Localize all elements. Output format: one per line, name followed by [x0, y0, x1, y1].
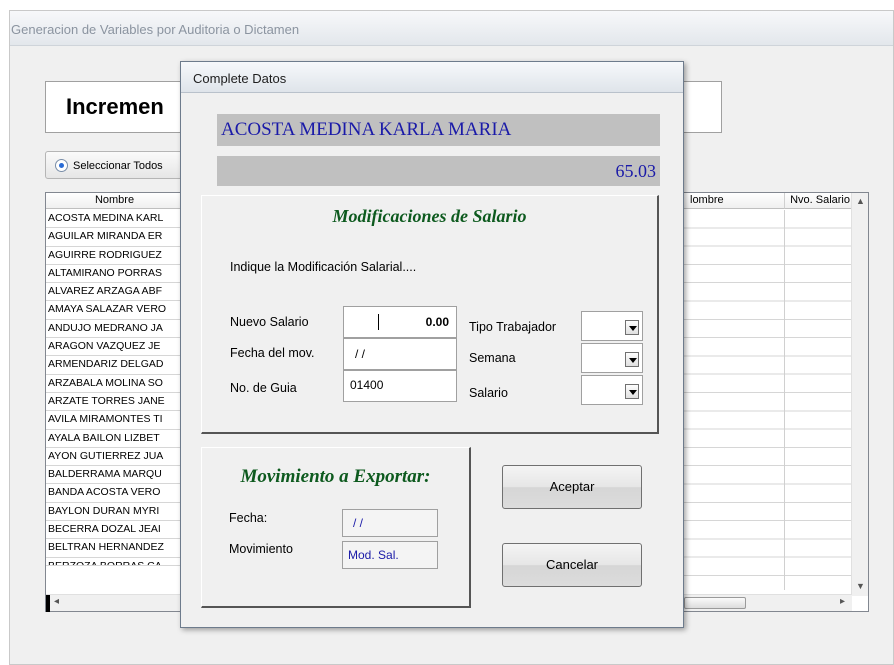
nuevo-salario-value: 0.00: [425, 315, 449, 329]
scroll-right-icon[interactable]: ▸: [840, 596, 845, 607]
semana-label: Semana: [469, 351, 516, 365]
table-row[interactable]: AGUIRRE RODRIGUEZ: [46, 247, 184, 265]
column-header-nombre-2[interactable]: lombre: [682, 193, 785, 209]
accept-button[interactable]: Aceptar: [502, 465, 642, 509]
table-row[interactable]: AMAYA SALAZAR VERO: [46, 301, 184, 320]
table-row[interactable]: AYALA BAILON LIZBET: [46, 430, 184, 448]
guia-label: No. de Guia: [230, 381, 297, 395]
complete-data-dialog: Complete Datos ACOSTA MEDINA KARLA MARIA…: [180, 61, 684, 628]
name-column: ACOSTA MEDINA KARL AGUILAR MIRANDA ER AG…: [46, 210, 184, 566]
radio-icon[interactable]: [55, 159, 68, 172]
fecha-mov-input[interactable]: / /: [343, 338, 457, 370]
chevron-down-icon[interactable]: [625, 384, 639, 399]
cancel-button[interactable]: Cancelar: [502, 543, 642, 587]
table-row[interactable]: BERZOZA BORRAS CA: [46, 558, 184, 566]
salario-select[interactable]: [581, 375, 643, 405]
guia-input[interactable]: 01400: [343, 370, 457, 402]
table-row[interactable]: ARMENDARIZ DELGAD: [46, 356, 184, 375]
table-row[interactable]: BECERRA DOZAL JEAI: [46, 521, 184, 540]
salario-column-cells: [785, 210, 853, 590]
table-row[interactable]: ALVAREZ ARZAGA ABF: [46, 283, 184, 302]
instruction-text: Indique la Modificación Salarial....: [230, 260, 417, 274]
table-row[interactable]: ANDUJO MEDRANO JA: [46, 320, 184, 339]
export-movimiento-field: Mod. Sal.: [342, 541, 438, 569]
table-row[interactable]: ACOSTA MEDINA KARL: [46, 210, 184, 229]
table-row[interactable]: ARZATE TORRES JANE: [46, 393, 184, 412]
tipo-trabajador-label: Tipo Trabajador: [469, 320, 557, 334]
scroll-down-icon[interactable]: ▼: [856, 581, 865, 591]
fecha-mov-label: Fecha del mov.: [230, 346, 315, 360]
table-row[interactable]: BANDA ACOSTA VERO: [46, 484, 184, 503]
nuevo-salario-label: Nuevo Salario: [230, 315, 309, 329]
window-title: Generacion de Variables por Auditoria o …: [11, 22, 300, 37]
table-row[interactable]: BELTRAN HERNANDEZ: [46, 539, 184, 558]
text-cursor: [378, 314, 379, 330]
export-movimiento-value: Mod. Sal.: [348, 548, 399, 562]
employee-amount: 65.03: [217, 156, 660, 186]
export-fecha-value: / /: [353, 516, 364, 530]
heading-text: Incremen: [66, 94, 164, 119]
export-fecha-label: Fecha:: [229, 511, 268, 525]
fecha-mov-value: / /: [355, 347, 366, 361]
table-row[interactable]: AGUILAR MIRANDA ER: [46, 228, 184, 247]
guia-value: 01400: [350, 378, 384, 392]
export-title: Movimiento a Exportar:: [240, 466, 431, 487]
modification-panel: Modificaciones de Salario Indique la Mod…: [201, 195, 659, 434]
table-row[interactable]: BALDERRAMA MARQU: [46, 466, 184, 485]
modification-title: Modificaciones de Salario: [332, 206, 527, 226]
tipo-trabajador-select[interactable]: [581, 311, 643, 341]
scroll-thumb[interactable]: [684, 597, 746, 609]
export-movimiento-label: Movimiento: [229, 542, 293, 556]
title-bar: Generacion de Variables por Auditoria o …: [10, 11, 893, 46]
table-row[interactable]: AYON GUTIERREZ JUA: [46, 448, 184, 467]
salario-label: Salario: [469, 386, 508, 400]
table-row[interactable]: AVILA MIRAMONTES TI: [46, 411, 184, 430]
column-header-nvo-salario[interactable]: Nvo. Salario: [785, 193, 853, 209]
export-panel: Movimiento a Exportar: Fecha: / / Movimi…: [201, 447, 471, 608]
cursor-marker: [46, 595, 50, 612]
nombre-column-cells: [682, 210, 785, 590]
employee-name: ACOSTA MEDINA KARLA MARIA: [217, 114, 660, 146]
table-row[interactable]: ALTAMIRANO PORRAS: [46, 265, 184, 284]
dialog-title: Complete Datos: [193, 71, 287, 86]
table-row[interactable]: ARZABALA MOLINA SO: [46, 375, 184, 393]
scroll-left-icon[interactable]: ◂: [54, 596, 59, 607]
nuevo-salario-input[interactable]: 0.00: [343, 306, 457, 338]
table-row[interactable]: BAYLON DURAN MYRI: [46, 503, 184, 522]
export-fecha-field: / /: [342, 509, 438, 537]
semana-select[interactable]: [581, 343, 643, 373]
heading-box-right: [682, 81, 722, 133]
scroll-up-icon[interactable]: ▲: [856, 196, 865, 206]
chevron-down-icon[interactable]: [625, 352, 639, 367]
dialog-title-bar: Complete Datos: [181, 62, 683, 93]
vertical-scrollbar[interactable]: ▲ ▼: [851, 193, 868, 596]
column-header-nombre[interactable]: Nombre: [46, 193, 184, 209]
select-all-label: Seleccionar Todos: [73, 160, 163, 172]
chevron-down-icon[interactable]: [625, 320, 639, 335]
table-row[interactable]: ARAGON VAZQUEZ JE: [46, 338, 184, 357]
